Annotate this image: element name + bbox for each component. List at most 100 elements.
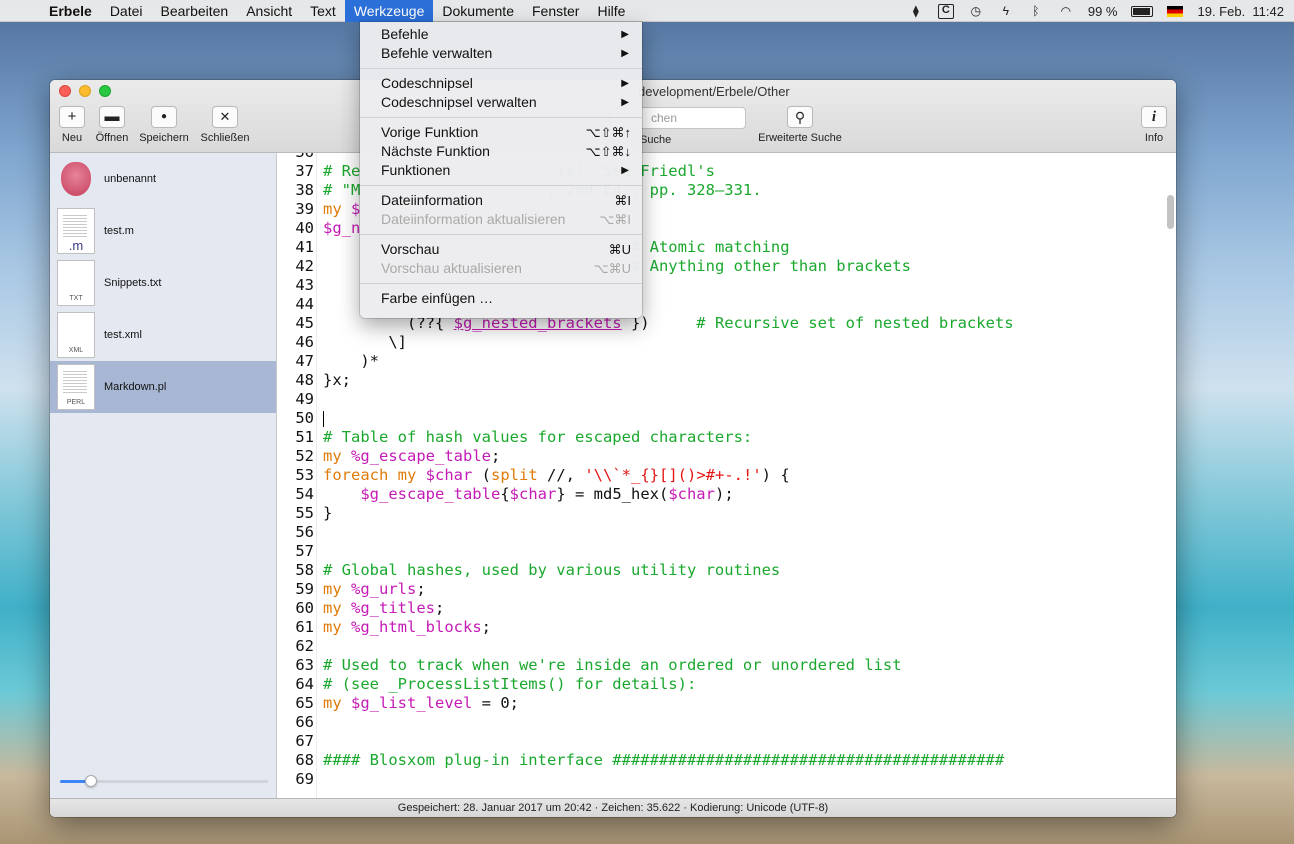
code-token: }x; <box>323 371 351 389</box>
code-line[interactable]: 63 # Used to track when we're inside an o… <box>278 656 1014 675</box>
line-number: 50 <box>295 409 314 427</box>
code-line[interactable]: 61 my %g_html_blocks; <box>278 618 1014 637</box>
bluetooth-icon[interactable]: ᛒ <box>1028 4 1044 18</box>
code-token: $g_list_level <box>351 694 473 712</box>
code-line[interactable]: 62 <box>278 637 1014 656</box>
vertical-scrollbar[interactable] <box>1167 195 1174 229</box>
code-line[interactable]: 65 my $g_list_level = 0; <box>278 694 1014 713</box>
time-machine-icon[interactable]: ◷ <box>968 4 984 18</box>
menu-dokumente[interactable]: Dokumente <box>433 0 523 22</box>
code-line[interactable]: 47 )* <box>278 352 1014 371</box>
sidebar-file-test-m[interactable]: .m test.m <box>50 205 276 257</box>
info-button[interactable]: i Info <box>1140 106 1168 144</box>
clipboard-c-icon[interactable]: C <box>937 3 954 19</box>
status-bar: Gespeichert: 28. Januar 2017 um 20:42 · … <box>50 798 1176 817</box>
code-line[interactable]: 68 #### Blosxom plug-in interface #######… <box>278 751 1014 770</box>
code-line[interactable]: 54 $g_escape_table{$char} = md5_hex($cha… <box>278 485 1014 504</box>
code-token: # Anything other than brackets <box>630 257 911 275</box>
menu-text[interactable]: Text <box>301 0 345 22</box>
submenu-arrow-icon: ▶ <box>621 97 629 108</box>
code-line[interactable]: 51 # Table of hash values for escaped cha… <box>278 428 1014 447</box>
code-line[interactable]: 60 my %g_titles; <box>278 599 1014 618</box>
code-token: # Table of hash values for escaped chara… <box>323 428 753 446</box>
power-bolt-icon[interactable]: ϟ <box>998 4 1014 18</box>
text-file-icon: TXT <box>57 260 95 306</box>
menu-ansicht[interactable]: Ansicht <box>237 0 301 22</box>
battery-icon[interactable] <box>1131 5 1154 17</box>
code-token: $char <box>509 485 557 503</box>
advanced-search-label: Erweiterte Suche <box>758 132 842 144</box>
code-line[interactable]: 57 <box>278 542 1014 561</box>
code-line[interactable]: 48 }x; <box>278 371 1014 390</box>
menu-item-befehle-verwalten[interactable]: Befehle verwalten ▶ <box>360 44 642 63</box>
menu-item-dateiinformation[interactable]: Dateiinformation ⌘I <box>360 191 642 210</box>
close-window-button[interactable] <box>59 85 71 97</box>
menu-datei[interactable]: Datei <box>101 0 152 22</box>
sidebar-file-markdown-pl[interactable]: PERL Markdown.pl <box>50 361 276 413</box>
menu-item-funktionen[interactable]: Funktionen ▶ <box>360 161 642 180</box>
objc-file-icon: .m <box>57 208 95 254</box>
menu-item-label: Befehle verwalten <box>381 45 493 61</box>
dropbox-icon[interactable]: ⧫ <box>908 4 924 18</box>
menu-clock[interactable]: 19. Feb. 11:42 <box>1197 4 1284 19</box>
code-line[interactable]: 52 my %g_escape_table; <box>278 447 1014 466</box>
menu-item-codeschnipsel[interactable]: Codeschnipsel ▶ <box>360 74 642 93</box>
menu-separator <box>360 283 642 284</box>
german-flag-icon[interactable] <box>1167 5 1184 17</box>
menu-item-label: Codeschnipsel verwalten <box>381 94 537 110</box>
code-line[interactable]: 56 <box>278 523 1014 542</box>
zoom-window-button[interactable] <box>99 85 111 97</box>
code-token: # (see _ProcessListItems() for details): <box>323 675 697 693</box>
code-line[interactable]: 53 foreach my $char (split //, '\\`*_{}[]… <box>278 466 1014 485</box>
menu-item-label: Funktionen <box>381 162 451 178</box>
file-ext: PERL <box>66 399 86 406</box>
menu-hilfe[interactable]: Hilfe <box>588 0 634 22</box>
code-line[interactable]: 59 my %g_urls; <box>278 580 1014 599</box>
code-token: ; <box>490 447 501 465</box>
code-line[interactable]: 67 <box>278 732 1014 751</box>
sidebar-file-snippets-txt[interactable]: TXT Snippets.txt <box>50 257 276 309</box>
line-number: 52 <box>295 447 314 465</box>
code-line[interactable]: 49 <box>278 390 1014 409</box>
menu-app-erbele[interactable]: Erbele <box>40 0 101 22</box>
code-line[interactable]: 50 <box>278 409 1014 428</box>
new-button[interactable]: + Neu <box>58 106 86 144</box>
advanced-search-button[interactable]: ⚲ Erweiterte Suche <box>754 106 846 144</box>
menu-item-codeschnipsel-verwalten[interactable]: Codeschnipsel verwalten ▶ <box>360 93 642 112</box>
line-number: 48 <box>295 371 314 389</box>
menu-werkzeuge[interactable]: Werkzeuge <box>344 0 434 22</box>
open-button[interactable]: ▬ Öffnen <box>93 106 131 144</box>
menu-fenster[interactable]: Fenster <box>523 0 588 22</box>
sidebar-file-unbenannt[interactable]: unbenannt <box>50 153 276 205</box>
menu-item-nächste-funktion[interactable]: Nächste Funktion ⌥⇧⌘↓ <box>360 142 642 161</box>
code-token: '\\`*_{}[]()>#+-.!' <box>584 466 762 484</box>
menu-item-befehle[interactable]: Befehle ▶ <box>360 25 642 44</box>
file-sidebar: unbenannt .m test.m TXT Snippets.txt XML… <box>50 153 277 798</box>
menu-item-vorschau[interactable]: Vorschau ⌘U <box>360 240 642 259</box>
slider-knob[interactable] <box>85 775 98 787</box>
file-ext: .m <box>68 238 84 253</box>
minimize-window-button[interactable] <box>79 85 91 97</box>
close-file-button[interactable]: ✕ Schließen <box>198 106 252 144</box>
code-token: my <box>323 694 351 712</box>
save-button[interactable]: ● Speichern <box>136 106 192 144</box>
code-line[interactable]: 69 <box>278 770 1014 789</box>
sidebar-file-test-xml[interactable]: XML test.xml <box>50 309 276 361</box>
code-line[interactable]: 55} <box>278 504 1014 523</box>
code-line[interactable]: 46 \] <box>278 333 1014 352</box>
menu-bearbeiten[interactable]: Bearbeiten <box>152 0 238 22</box>
wifi-icon[interactable]: ◠ <box>1058 4 1074 18</box>
code-line[interactable]: 58 # Global hashes, used by various utili… <box>278 561 1014 580</box>
sidebar-zoom-slider[interactable] <box>60 775 268 787</box>
code-line[interactable]: 66 <box>278 713 1014 732</box>
menu-item-farbe-einfügen[interactable]: Farbe einfügen … <box>360 289 642 308</box>
battery-percent[interactable]: 99 % <box>1088 4 1118 19</box>
code-token: { <box>500 485 510 503</box>
code-token: ; <box>416 580 426 598</box>
code-token: # Recursive set of nested brackets <box>696 314 1014 332</box>
menu-item-vorige-funktion[interactable]: Vorige Funktion ⌥⇧⌘↑ <box>360 123 642 142</box>
line-number: 49 <box>295 390 314 408</box>
code-token: # Global hashes, used by various utility… <box>323 561 781 579</box>
code-line[interactable]: 64 # (see _ProcessListItems() for details… <box>278 675 1014 694</box>
